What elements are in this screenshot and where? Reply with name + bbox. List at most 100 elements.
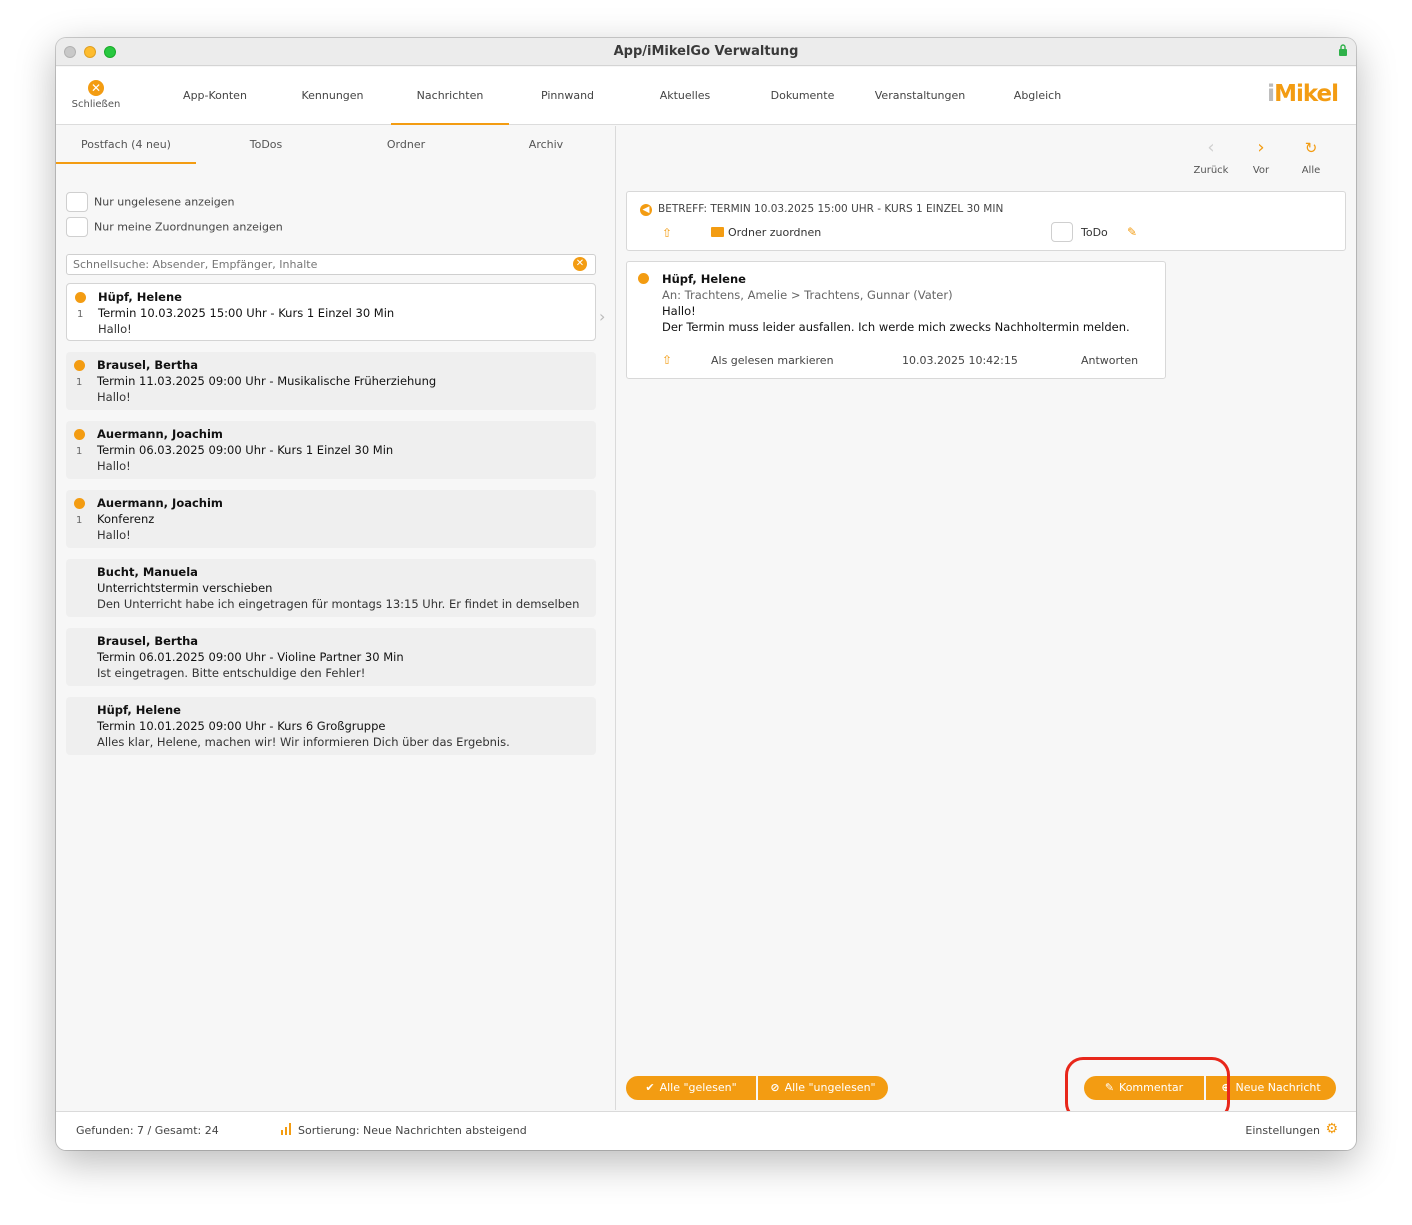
message-sender: Hüpf, Helene bbox=[97, 703, 181, 717]
new-message-label: Neue Nachricht bbox=[1235, 1081, 1321, 1094]
share-icon[interactable]: ⇧ bbox=[662, 226, 672, 240]
unread-only-label: Nur ungelesene anzeigen bbox=[94, 195, 235, 209]
message-preview: Hallo! bbox=[97, 390, 131, 404]
message-body-line: Der Termin muss leider ausfallen. Ich we… bbox=[662, 320, 1130, 334]
tab-todos[interactable]: ToDos bbox=[196, 126, 336, 164]
subject-card: ◀ BETREFF: TERMIN 10.03.2025 15:00 UHR -… bbox=[626, 191, 1346, 251]
message-list-item[interactable]: 1 Auermann, Joachim Konferenz Hallo! bbox=[66, 490, 596, 548]
message-sender: Hüpf, Helene bbox=[98, 290, 182, 304]
tab-nachrichten[interactable]: Nachrichten bbox=[391, 67, 509, 125]
tab-veranstaltungen[interactable]: Veranstaltungen bbox=[861, 67, 979, 125]
message-card: Hüpf, Helene An: Trachtens, Amelie > Tra… bbox=[626, 261, 1166, 379]
comment-button-label: Kommentar bbox=[1119, 1081, 1184, 1094]
found-count: Gefunden: 7 / Gesamt: 24 bbox=[76, 1124, 219, 1137]
my-assignments-checkbox[interactable] bbox=[66, 217, 88, 237]
message-preview: Ist eingetragen. Bitte entschuldige den … bbox=[97, 666, 366, 680]
message-detail-panel: ‹ Zurück › Vor ↻ Alle ◀ BETREFF: TERMIN … bbox=[617, 126, 1356, 1110]
message-preview: Hallo! bbox=[97, 528, 131, 542]
unread-dot-icon bbox=[75, 292, 86, 303]
message-count: 1 bbox=[76, 377, 83, 388]
tab-dokumente[interactable]: Dokumente bbox=[744, 67, 861, 125]
unread-dot-icon bbox=[74, 498, 85, 509]
message-preview: Hallo! bbox=[97, 459, 131, 473]
message-list-item[interactable]: Hüpf, Helene Termin 10.01.2025 09:00 Uhr… bbox=[66, 697, 596, 755]
assign-folder-link[interactable]: Ordner zuordnen bbox=[728, 226, 821, 239]
message-subject: Termin 11.03.2025 09:00 Uhr - Musikalisc… bbox=[97, 374, 437, 388]
back-arrow-icon[interactable]: ◀ bbox=[640, 204, 652, 216]
message-count: 1 bbox=[76, 515, 83, 526]
tab-ordner[interactable]: Ordner bbox=[336, 126, 476, 164]
message-sender: Brausel, Bertha bbox=[97, 358, 199, 372]
back-arrow-icon: ‹ bbox=[1207, 137, 1215, 158]
forward-button[interactable]: › Vor bbox=[1241, 137, 1281, 177]
message-list-item[interactable]: 1 Auermann, Joachim Termin 06.03.2025 09… bbox=[66, 421, 596, 479]
tab-archiv[interactable]: Archiv bbox=[476, 126, 616, 164]
new-message-button[interactable]: ⊕ Neue Nachricht bbox=[1206, 1076, 1336, 1100]
message-list-item[interactable]: 1 Hüpf, Helene Termin 10.03.2025 15:00 U… bbox=[66, 283, 596, 341]
mailbox-tabs: Postfach (4 neu) ToDos Ordner Archiv bbox=[56, 126, 616, 164]
tab-kennungen[interactable]: Kennungen bbox=[274, 67, 391, 125]
tab-app-konten[interactable]: App-Konten bbox=[156, 67, 274, 125]
my-assignments-label: Nur meine Zuordnungen anzeigen bbox=[94, 220, 283, 234]
status-bar: Gefunden: 7 / Gesamt: 24 Sortierung: Neu… bbox=[56, 1111, 1356, 1150]
message-sender: Bucht, Manuela bbox=[97, 565, 198, 579]
message-subject: Konferenz bbox=[97, 512, 155, 526]
refresh-icon: ↻ bbox=[1304, 139, 1318, 157]
message-list-item[interactable]: Bucht, Manuela Unterrichtstermin verschi… bbox=[66, 559, 596, 617]
assign-icon[interactable]: ✎ bbox=[1127, 225, 1137, 239]
close-button-label: Schließen bbox=[71, 99, 121, 110]
app-window: App/iMikelGo Verwaltung ✕ Schließen App-… bbox=[56, 38, 1356, 1150]
share-icon[interactable]: ⇧ bbox=[662, 353, 672, 367]
sort-order[interactable]: Sortierung: Neue Nachrichten absteigend bbox=[298, 1124, 527, 1137]
message-sender: Auermann, Joachim bbox=[97, 496, 223, 510]
todo-checkbox[interactable] bbox=[1051, 222, 1073, 242]
tab-aktuelles[interactable]: Aktuelles bbox=[626, 67, 744, 125]
message-date: 10.03.2025 10:42:15 bbox=[902, 354, 1018, 367]
message-sender: Hüpf, Helene bbox=[662, 272, 746, 286]
lock-icon bbox=[1339, 44, 1347, 56]
message-subject: Termin 06.01.2025 09:00 Uhr - Violine Pa… bbox=[97, 650, 404, 664]
clear-search-icon[interactable]: ✕ bbox=[573, 257, 587, 271]
unread-dot-icon bbox=[74, 360, 85, 371]
message-count: 1 bbox=[76, 446, 83, 457]
message-preview: Alles klar, Helene, machen wir! Wir info… bbox=[97, 735, 510, 749]
settings-link[interactable]: Einstellungen bbox=[1245, 1124, 1320, 1137]
forward-button-label: Vor bbox=[1252, 165, 1270, 176]
close-button[interactable]: ✕ Schließen bbox=[68, 77, 124, 110]
window-title: App/iMikelGo Verwaltung bbox=[613, 44, 799, 59]
mark-all-read-button[interactable]: ✔ Alle "gelesen" bbox=[626, 1076, 756, 1100]
message-subject: Unterrichtstermin verschieben bbox=[97, 581, 273, 595]
back-button[interactable]: ‹ Zurück bbox=[1191, 137, 1231, 177]
tab-pinnwand[interactable]: Pinnwand bbox=[509, 67, 626, 125]
unread-dot-icon bbox=[638, 273, 649, 284]
main-toolbar: ✕ Schließen App-Konten Kennungen Nachric… bbox=[56, 67, 1356, 125]
mark-all-unread-label: Alle "ungelesen" bbox=[784, 1081, 876, 1094]
subject-text: BETREFF: TERMIN 10.03.2025 15:00 UHR - K… bbox=[658, 203, 1004, 215]
new-message-icon: ⊕ bbox=[1221, 1081, 1231, 1094]
search-input[interactable] bbox=[66, 254, 596, 275]
message-list-panel: Postfach (4 neu) ToDos Ordner Archiv Nur… bbox=[56, 126, 616, 1110]
message-body-line: Hallo! bbox=[662, 304, 696, 318]
todo-label: ToDo bbox=[1081, 226, 1108, 239]
mark-as-read-link[interactable]: Als gelesen markieren bbox=[711, 354, 834, 367]
edit-icon: ✎ bbox=[1104, 1081, 1115, 1094]
tab-postfach[interactable]: Postfach (4 neu) bbox=[56, 126, 196, 164]
filter-assignments-row[interactable]: Nur meine Zuordnungen anzeigen bbox=[66, 217, 283, 237]
reply-link[interactable]: Antworten bbox=[1081, 354, 1138, 367]
refresh-all-button[interactable]: ↻ Alle bbox=[1291, 138, 1331, 176]
comment-button[interactable]: ✎ Kommentar bbox=[1084, 1076, 1204, 1100]
refresh-all-label: Alle bbox=[1301, 165, 1321, 176]
message-preview: Den Unterricht habe ich eingetragen für … bbox=[97, 597, 582, 611]
back-button-label: Zurück bbox=[1193, 165, 1229, 176]
forward-arrow-icon: › bbox=[1257, 137, 1265, 158]
filter-unread-row[interactable]: Nur ungelesene anzeigen bbox=[66, 192, 235, 212]
message-list-item[interactable]: 1 Brausel, Bertha Termin 11.03.2025 09:0… bbox=[66, 352, 596, 410]
message-subject: Termin 10.01.2025 09:00 Uhr - Kurs 6 Gro… bbox=[97, 719, 386, 733]
tab-abgleich[interactable]: Abgleich bbox=[979, 67, 1096, 125]
message-list-item[interactable]: Brausel, Bertha Termin 06.01.2025 09:00 … bbox=[66, 628, 596, 686]
unread-dot-icon bbox=[74, 429, 85, 440]
unread-only-checkbox[interactable] bbox=[66, 192, 88, 212]
title-bar: App/iMikelGo Verwaltung bbox=[56, 38, 1356, 66]
gear-icon[interactable]: ⚙ bbox=[1325, 1121, 1338, 1137]
mark-all-unread-button[interactable]: ⊘ Alle "ungelesen" bbox=[758, 1076, 888, 1100]
